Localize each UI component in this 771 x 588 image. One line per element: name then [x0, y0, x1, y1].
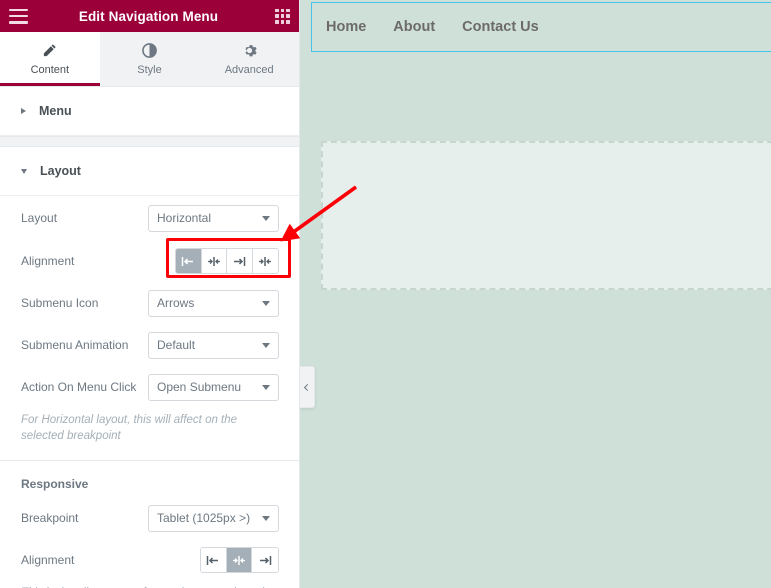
- chevron-down-icon: [262, 384, 270, 390]
- chevron-down-icon: [262, 215, 270, 221]
- align-start-button[interactable]: [176, 249, 202, 273]
- nav-item-contact-us[interactable]: Contact Us: [462, 19, 539, 35]
- control-submenu-animation-label: Submenu Animation: [21, 338, 129, 352]
- tab-advanced[interactable]: Advanced: [199, 32, 299, 86]
- action-hint-text: For Horizontal layout, this will affect …: [21, 414, 238, 442]
- panel-title: Edit Navigation Menu: [78, 8, 219, 24]
- tab-content[interactable]: Content: [0, 32, 100, 86]
- panel-tabs: Content Style Advanced: [0, 32, 299, 87]
- tab-style[interactable]: Style: [99, 32, 200, 86]
- breakpoint-select[interactable]: Tablet (1025px >): [148, 504, 279, 532]
- section-divider: [0, 136, 299, 147]
- responsive-alignment-hint: This is the alignement of menu icon on s…: [0, 581, 299, 588]
- control-layout-label: Layout: [21, 211, 58, 225]
- control-action-on-menu-click: Action On Menu Click Open Submenu: [0, 366, 299, 408]
- layout-select[interactable]: Horizontal: [148, 204, 279, 232]
- section-menu-title: Menu: [39, 104, 72, 118]
- contrast-icon: [142, 43, 157, 59]
- section-menu[interactable]: Menu: [0, 87, 299, 136]
- responsive-align-end-button[interactable]: [252, 548, 278, 572]
- chevron-down-icon: [21, 168, 27, 174]
- chevron-down-icon: [262, 300, 270, 306]
- align-center-button[interactable]: [201, 249, 228, 273]
- responsive-align-start-button[interactable]: [201, 548, 227, 572]
- panel-collapse-handle[interactable]: [300, 366, 315, 408]
- chevron-down-icon: [262, 342, 270, 348]
- submenu-icon-select[interactable]: Arrows: [148, 289, 279, 317]
- control-submenu-icon: Submenu Icon Arrows: [0, 282, 299, 324]
- section-layout[interactable]: Layout: [0, 147, 299, 196]
- tab-style-label: Style: [137, 63, 162, 76]
- submenu-animation-select[interactable]: Default: [148, 331, 279, 359]
- control-breakpoint: Breakpoint Tablet (1025px >): [0, 497, 299, 539]
- responsive-align-center-button[interactable]: [226, 548, 253, 572]
- editor-panel: Edit Navigation Menu Content Style Advan…: [0, 0, 300, 588]
- layout-select-value: Horizontal: [157, 211, 212, 225]
- responsive-title: Responsive: [21, 477, 89, 491]
- submenu-animation-value: Default: [157, 338, 196, 352]
- control-action-on-menu-click-label: Action On Menu Click: [21, 380, 137, 394]
- control-submenu-icon-label: Submenu Icon: [21, 296, 99, 310]
- responsive-alignment-button-group: [200, 547, 279, 573]
- align-stretch-button[interactable]: [252, 249, 278, 273]
- empty-section-placeholder[interactable]: [321, 141, 771, 290]
- alignment-button-group: [175, 248, 279, 274]
- panel-header: Edit Navigation Menu: [0, 0, 299, 32]
- nav-item-home[interactable]: Home: [326, 19, 366, 35]
- apps-grid-icon[interactable]: [275, 8, 290, 24]
- align-end-button[interactable]: [227, 249, 253, 273]
- nav-item-about[interactable]: About: [393, 19, 435, 35]
- action-on-menu-click-select[interactable]: Open Submenu: [148, 373, 279, 401]
- submenu-icon-value: Arrows: [157, 296, 195, 310]
- section-layout-title: Layout: [40, 164, 81, 178]
- preview-canvas: Home About Contact Us: [300, 0, 771, 588]
- action-on-menu-click-value: Open Submenu: [157, 380, 242, 394]
- nav-menu-widget[interactable]: Home About Contact Us: [311, 2, 771, 52]
- elementor-editor: Edit Navigation Menu Content Style Advan…: [0, 0, 771, 588]
- tab-advanced-label: Advanced: [224, 63, 274, 76]
- control-responsive-alignment-label: Alignment: [21, 553, 75, 567]
- chevron-down-icon: [262, 515, 270, 521]
- chevron-right-icon: [21, 108, 26, 114]
- control-alignment: Alignment: [0, 240, 299, 282]
- tab-content-label: Content: [30, 63, 70, 76]
- breakpoint-value: Tablet (1025px >): [157, 511, 251, 525]
- pencil-icon: [42, 43, 57, 59]
- control-breakpoint-label: Breakpoint: [21, 511, 79, 525]
- chevron-left-icon: [304, 383, 312, 391]
- control-alignment-label: Alignment: [21, 254, 75, 268]
- control-responsive-alignment: Alignment: [0, 539, 299, 581]
- control-submenu-animation: Submenu Animation Default: [0, 324, 299, 366]
- control-layout: Layout Horizontal: [0, 196, 299, 240]
- gear-icon: [242, 43, 257, 59]
